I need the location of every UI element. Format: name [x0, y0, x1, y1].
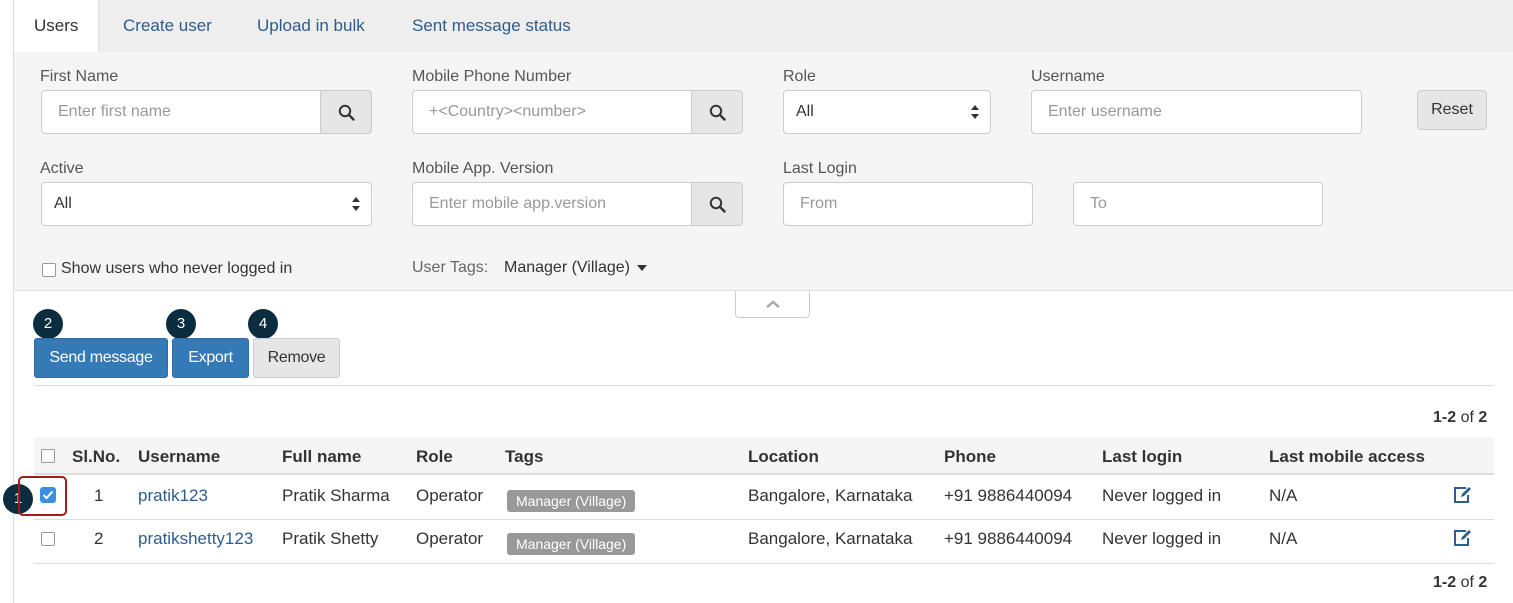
send-message-button[interactable]: Send message: [34, 338, 168, 378]
app-version-input[interactable]: Enter mobile app.version: [412, 182, 692, 226]
row-divider: [34, 519, 1494, 520]
active-select-value: All: [54, 195, 72, 212]
row-1-tag: Manager (Village): [507, 490, 636, 512]
row-1-last-mobile-access: N/A: [1269, 486, 1298, 505]
row-2-username[interactable]: pratikshetty123: [138, 529, 253, 549]
column-header-full-name[interactable]: Full name: [282, 447, 361, 467]
callout-badge-2: 2: [33, 309, 63, 339]
tab-create-user[interactable]: Create user: [103, 0, 232, 52]
mobile-input[interactable]: +<Country><number>: [412, 90, 692, 134]
row-2-location: Bangalore, Karnataka: [748, 529, 913, 548]
search-icon: [338, 104, 355, 121]
row-1-phone: +91 9886440094: [944, 486, 1073, 505]
search-icon: [709, 104, 726, 121]
tab-upload-in-bulk[interactable]: Upload in bulk: [237, 0, 385, 52]
column-header-slno[interactable]: Sl.No.: [72, 447, 120, 467]
tab-sent-message-status[interactable]: Sent message status: [392, 0, 591, 52]
never-logged-in-label: Show users who never logged in: [61, 260, 293, 277]
pagination-range: 1-2: [1433, 574, 1457, 591]
chevron-up-icon: [765, 300, 780, 308]
row-1-checkbox[interactable]: [40, 487, 56, 503]
row-1-username[interactable]: pratik123: [138, 486, 208, 506]
column-header-role[interactable]: Role: [416, 447, 453, 467]
divider: [34, 385, 1494, 386]
row-2-last-login: Never logged in: [1102, 529, 1222, 548]
row-1-edit-button[interactable]: [1453, 486, 1473, 509]
row-2-slno: 2: [94, 529, 104, 548]
active-select[interactable]: All: [41, 182, 372, 226]
app-version-label: Mobile App. Version: [412, 160, 554, 177]
callout-badge-3: 3: [166, 309, 196, 339]
first-name-input[interactable]: Enter first name: [41, 90, 321, 134]
last-login-label: Last Login: [783, 160, 857, 177]
mobile-search-button[interactable]: [691, 90, 743, 134]
pagination-total: 2: [1478, 574, 1488, 591]
column-header-location[interactable]: Location: [748, 447, 819, 467]
pagination-of: of: [1460, 574, 1474, 591]
caret-down-icon: [637, 264, 648, 271]
user-tags-value: Manager (Village): [504, 259, 630, 276]
checkmark-icon: [42, 490, 54, 500]
collapse-filters-button[interactable]: [735, 291, 810, 318]
column-header-phone[interactable]: Phone: [944, 447, 996, 467]
row-2-checkbox[interactable]: [41, 532, 55, 546]
select-arrows-icon: [971, 105, 979, 119]
row-divider: [34, 563, 1494, 564]
row-2-tag: Manager (Village): [507, 533, 636, 555]
first-name-search-button[interactable]: [320, 90, 372, 134]
user-tags-label: User Tags:: [412, 259, 489, 276]
row-2-edit-button[interactable]: [1453, 529, 1473, 552]
pagination-range: 1-2: [1433, 409, 1457, 426]
row-2-phone: +91 9886440094: [944, 529, 1073, 548]
pagination-bottom: 1-2 of 2: [1433, 574, 1487, 592]
export-button[interactable]: Export: [172, 338, 249, 378]
app-version-search-button[interactable]: [691, 182, 743, 226]
edit-icon: [1454, 530, 1471, 546]
remove-button[interactable]: Remove: [253, 338, 340, 378]
tab-users[interactable]: Users: [14, 0, 100, 52]
column-header-username[interactable]: Username: [138, 447, 220, 467]
pagination-top: 1-2 of 2: [1433, 409, 1487, 427]
pagination-of: of: [1460, 409, 1474, 426]
role-label: Role: [783, 68, 816, 85]
username-label: Username: [1031, 68, 1105, 85]
column-header-last-login[interactable]: Last login: [1102, 447, 1182, 467]
row-2-role: Operator: [416, 529, 484, 548]
row-2-last-mobile-access: N/A: [1269, 529, 1298, 548]
user-tags-dropdown[interactable]: Manager (Village): [504, 259, 648, 277]
column-header-tags[interactable]: Tags: [505, 447, 543, 467]
row-2-full-name: Pratik Shetty: [282, 529, 379, 548]
select-arrows-icon: [352, 197, 360, 211]
callout-badge-4: 4: [248, 309, 278, 339]
username-input[interactable]: Enter username: [1031, 90, 1362, 134]
never-logged-in-checkbox[interactable]: [42, 263, 56, 277]
first-name-label: First Name: [40, 68, 119, 85]
select-all-checkbox[interactable]: [41, 449, 55, 463]
pagination-total: 2: [1478, 409, 1488, 426]
mobile-label: Mobile Phone Number: [412, 68, 572, 85]
row-1-slno: 1: [94, 486, 104, 505]
row-1-full-name: Pratik Sharma: [282, 486, 390, 505]
edit-icon: [1454, 487, 1471, 503]
row-1-role: Operator: [416, 486, 484, 505]
row-1-last-login: Never logged in: [1102, 486, 1222, 505]
row-1-location: Bangalore, Karnataka: [748, 486, 913, 505]
role-select[interactable]: All: [783, 90, 991, 134]
search-icon: [709, 196, 726, 213]
last-login-from-input[interactable]: From: [783, 182, 1033, 226]
reset-button[interactable]: Reset: [1417, 90, 1487, 130]
column-header-last-mobile-access[interactable]: Last mobile access: [1269, 447, 1425, 467]
filter-panel: [14, 52, 1513, 291]
role-select-value: All: [796, 103, 814, 120]
last-login-to-input[interactable]: To: [1073, 182, 1323, 226]
active-label: Active: [40, 160, 84, 177]
